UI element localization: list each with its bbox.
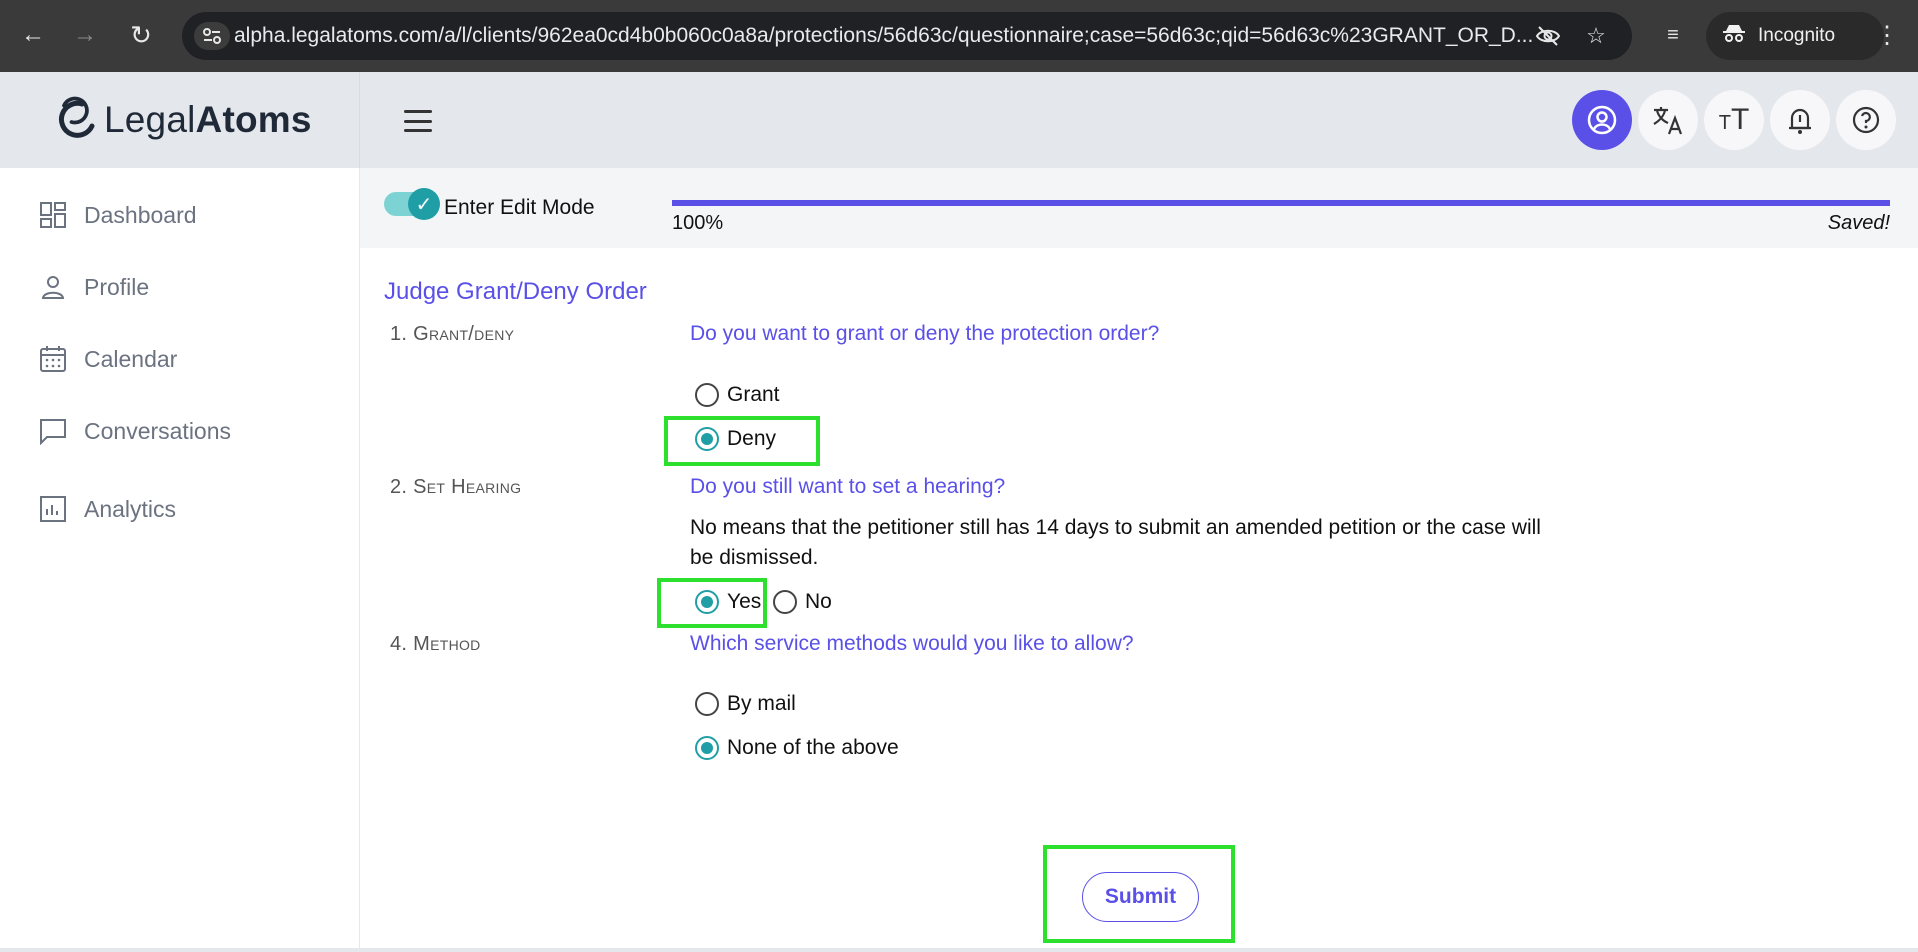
sidebar-item-label: Dashboard — [84, 201, 197, 228]
reload-icon[interactable]: ↻ — [124, 18, 158, 52]
highlight-box — [657, 578, 767, 628]
kebab-menu-icon[interactable]: ⋮ — [1870, 18, 1904, 52]
reading-list-icon[interactable]: ≡ — [1656, 18, 1690, 52]
question-number: 2. Set Hearing — [390, 476, 522, 498]
radio-option-grant[interactable]: Grant — [695, 383, 780, 407]
translate-icon — [1653, 107, 1683, 135]
address-bar[interactable]: alpha.legalatoms.com/a/l/clients/962ea0c… — [182, 12, 1632, 60]
progress-fill — [672, 200, 1890, 206]
check-icon[interactable]: ✓ — [408, 188, 440, 220]
brand-name-bold: Atoms — [195, 99, 312, 140]
progress-bar — [672, 200, 1890, 206]
question-number: 1. Grant/deny — [390, 323, 515, 345]
account-button[interactable] — [1572, 90, 1632, 150]
translate-button[interactable] — [1638, 90, 1698, 150]
option-label: No — [805, 590, 832, 613]
notifications-button[interactable] — [1770, 90, 1830, 150]
highlight-box — [1043, 845, 1235, 943]
highlight-box — [664, 416, 820, 466]
eye-off-icon[interactable] — [1534, 22, 1562, 50]
back-arrow-icon[interactable]: ← — [16, 18, 50, 52]
form-title: Judge Grant/Deny Order — [384, 278, 647, 305]
question-text: Do you want to grant or deny the protect… — [690, 322, 1160, 345]
radio-option-none[interactable]: None of the above — [695, 736, 899, 760]
radio-button[interactable] — [695, 736, 719, 760]
page-bottom-border — [0, 948, 1918, 952]
chat-icon — [38, 416, 68, 446]
text-size-button[interactable]: TT — [1704, 90, 1764, 150]
radio-button[interactable] — [695, 383, 719, 407]
sidebar-item-label: Calendar — [84, 345, 178, 372]
sidebar: Dashboard Profile Calendar Conversations… — [0, 168, 360, 952]
hamburger-menu-icon[interactable] — [404, 110, 432, 132]
brand-name-light: Legal — [104, 99, 196, 140]
radio-button[interactable] — [695, 692, 719, 716]
sidebar-item-conversations[interactable]: Conversations — [38, 416, 231, 446]
brand-area: LegalAtoms — [0, 72, 360, 168]
sidebar-item-dashboard[interactable]: Dashboard — [38, 200, 197, 230]
incognito-badge[interactable]: Incognito — [1706, 12, 1884, 60]
question-text: Which service methods would you like to … — [690, 632, 1134, 655]
sidebar-item-label: Profile — [84, 273, 150, 300]
logo-mark-icon — [58, 96, 95, 138]
bell-icon — [1789, 108, 1811, 134]
option-label: By mail — [727, 692, 796, 715]
edit-mode-bar: ✓ Enter Edit Mode — [360, 168, 1918, 248]
radio-option-no[interactable]: No — [773, 590, 832, 614]
option-label: None of the above — [727, 736, 899, 759]
edit-mode-label: Enter Edit Mode — [444, 196, 595, 219]
user-circle-icon — [1587, 105, 1617, 135]
bookmark-star-icon[interactable]: ☆ — [1582, 22, 1610, 50]
incognito-label: Incognito — [1758, 25, 1836, 46]
url-text[interactable]: alpha.legalatoms.com/a/l/clients/962ea0c… — [234, 24, 1533, 48]
radio-option-by-mail[interactable]: By mail — [695, 692, 796, 716]
browser-toolbar: ← → ↻ alpha.legalatoms.com/a/l/clients/9… — [0, 0, 1918, 72]
save-status: Saved! — [1827, 212, 1890, 234]
sidebar-item-analytics[interactable]: Analytics — [38, 494, 176, 524]
question-number: 4. Method — [390, 633, 481, 655]
app-header: TT — [360, 72, 1918, 168]
radio-button[interactable] — [773, 590, 797, 614]
option-label: Grant — [727, 383, 780, 406]
progress-percent: 100% — [672, 212, 724, 234]
dashboard-icon — [38, 200, 68, 230]
forward-arrow-icon[interactable]: → — [68, 18, 102, 52]
site-info-icon[interactable] — [194, 22, 230, 50]
calendar-icon — [38, 344, 68, 374]
user-icon — [38, 272, 68, 302]
question-help-text: No means that the petitioner still has 1… — [690, 516, 1541, 569]
text-size-icon: TT — [1718, 103, 1750, 136]
sidebar-item-profile[interactable]: Profile — [38, 272, 149, 302]
question-text: Do you still want to set a hearing? — [690, 475, 1006, 498]
question-icon — [1852, 106, 1880, 134]
sidebar-item-label: Analytics — [84, 495, 177, 522]
analytics-icon — [38, 494, 68, 524]
legalatoms-logo[interactable]: LegalAtoms — [52, 96, 312, 144]
incognito-icon — [1722, 23, 1746, 49]
sidebar-item-calendar[interactable]: Calendar — [38, 344, 177, 374]
sidebar-item-label: Conversations — [84, 417, 232, 444]
help-button[interactable] — [1836, 90, 1896, 150]
